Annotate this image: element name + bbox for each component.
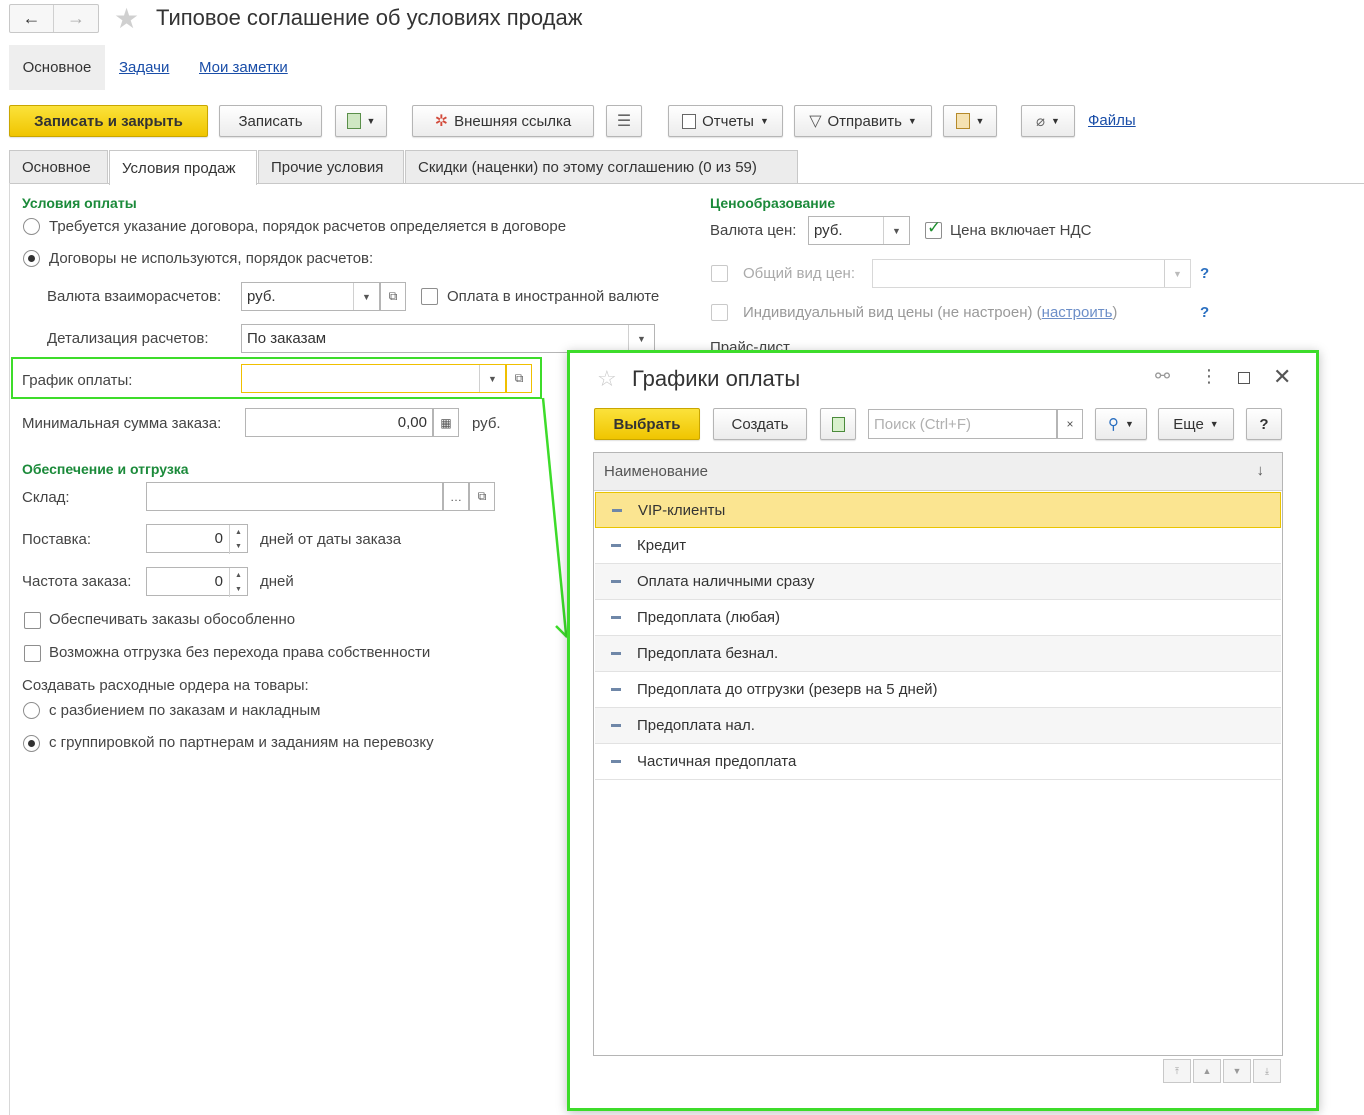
copy-button[interactable]	[820, 408, 856, 440]
chevron-down-icon: ▼	[1125, 419, 1134, 429]
magnifier-icon: ⚲	[1108, 416, 1120, 433]
help-button[interactable]: ?	[1246, 408, 1282, 440]
search-input[interactable]: Поиск (Ctrl+F)	[868, 409, 1057, 439]
popup-star-icon[interactable]: ☆	[597, 366, 617, 392]
item-marker-icon	[612, 508, 622, 512]
search-placeholder: Поиск (Ctrl+F)	[874, 415, 971, 433]
item-marker-icon	[611, 652, 621, 655]
sort-arrow-icon: ↓	[1256, 462, 1265, 479]
list-item-label: Частичная предоплата	[637, 753, 797, 770]
list-item-label: Предоплата нал.	[637, 717, 755, 734]
table-header[interactable]: Наименование ↓	[594, 453, 1282, 491]
search-clear-icon[interactable]: ×	[1057, 409, 1083, 439]
item-marker-icon	[611, 616, 621, 619]
create-button[interactable]: Создать	[713, 408, 807, 440]
column-name-header: Наименование	[604, 463, 708, 480]
select-button[interactable]: Выбрать	[594, 408, 700, 440]
more-label: Еще	[1173, 415, 1204, 433]
go-down-icon[interactable]: ▼	[1223, 1059, 1251, 1083]
item-marker-icon	[611, 544, 621, 547]
list-item-label: Предоплата до отгрузки (резерв на 5 дней…	[637, 681, 938, 698]
list-item-label: Предоплата (любая)	[637, 609, 781, 626]
go-first-icon[interactable]: ⤒	[1163, 1059, 1191, 1083]
list-item[interactable]: Частичная предоплата	[595, 744, 1281, 780]
chevron-down-icon: ▼	[1209, 419, 1219, 429]
go-up-icon[interactable]: ▲	[1193, 1059, 1221, 1083]
item-marker-icon	[611, 580, 621, 583]
list-item-label: Предоплата безнал.	[637, 645, 779, 662]
connector-line	[541, 397, 568, 635]
more-vertical-icon[interactable]: ⋮	[1200, 366, 1218, 387]
item-marker-icon	[611, 760, 621, 763]
list-item[interactable]: VIP-клиенты	[595, 492, 1281, 528]
maximize-icon[interactable]	[1238, 372, 1250, 384]
popup-title: Графики оплаты	[632, 366, 801, 391]
list-item-label: VIP-клиенты	[638, 501, 726, 519]
link-chain-icon[interactable]: ⚯	[1155, 366, 1170, 387]
list-item[interactable]: Предоплата до отгрузки (резерв на 5 дней…	[595, 672, 1281, 708]
item-marker-icon	[611, 724, 621, 727]
copy-doc-icon	[831, 416, 845, 432]
close-icon[interactable]: ✕	[1273, 364, 1291, 390]
list-item-label: Оплата наличными сразу	[637, 573, 815, 590]
search-button[interactable]: ⚲ ▼	[1095, 408, 1147, 440]
item-marker-icon	[611, 688, 621, 691]
more-button[interactable]: Еще ▼	[1158, 408, 1234, 440]
list-item[interactable]: Кредит	[595, 528, 1281, 564]
list-item[interactable]: Предоплата нал.	[595, 708, 1281, 744]
go-last-icon[interactable]: ⤓	[1253, 1059, 1281, 1083]
list-item-label: Кредит	[637, 537, 687, 554]
list-item[interactable]: Оплата наличными сразу	[595, 564, 1281, 600]
list-item[interactable]: Предоплата (любая)	[595, 600, 1281, 636]
list-item[interactable]: Предоплата безнал.	[595, 636, 1281, 672]
